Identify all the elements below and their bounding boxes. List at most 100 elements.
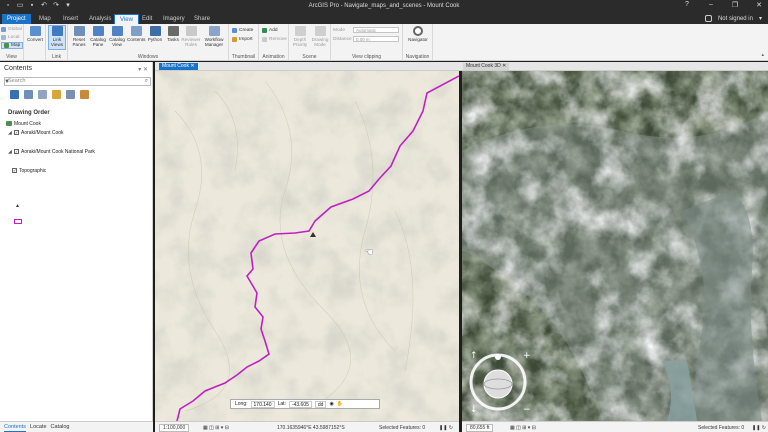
- tree-item-national-park[interactable]: ◢ ✓ Aoraki/Mount Cook National Park: [8, 148, 95, 155]
- coordinate-popup: Long: 170.140 Lat: -43.605 dd ◉ ✋: [230, 399, 380, 409]
- sign-in-status[interactable]: Not signed in: [718, 14, 753, 24]
- map-icon: [4, 43, 9, 48]
- tab-share[interactable]: Share: [189, 14, 215, 24]
- pause-refresh-icon[interactable]: ❚❚ ↻: [752, 425, 766, 431]
- pan-hand-icon[interactable]: ✋: [337, 401, 343, 407]
- tab-insert[interactable]: Insert: [58, 14, 83, 24]
- svg-text:↑: ↑: [470, 351, 478, 361]
- help-button[interactable]: ?: [682, 1, 692, 9]
- units-select[interactable]: dd: [314, 400, 327, 408]
- distance-input[interactable]: 0.00 m: [353, 36, 399, 42]
- drawing-mode-button[interactable]: Drawing Mode: [310, 26, 330, 47]
- tab-map[interactable]: Map: [34, 14, 56, 24]
- pause-refresh-icon[interactable]: ❚❚ ↻: [439, 425, 453, 431]
- maximize-icon[interactable]: ❐: [730, 1, 740, 9]
- local-button[interactable]: Local: [1, 34, 19, 41]
- link-views-button[interactable]: Link Views: [48, 25, 66, 50]
- tasks-button[interactable]: Tasks: [165, 26, 181, 42]
- tree-item-aoraki-mount-cook[interactable]: ◢ ✓ Aoraki/Mount Cook: [8, 129, 64, 136]
- catalog-pane-button[interactable]: Catalog Pane: [89, 26, 107, 47]
- tab-edit[interactable]: Edit: [137, 14, 157, 24]
- global-button[interactable]: Global: [1, 26, 22, 33]
- tree-item-topographic[interactable]: ✓ Topographic: [12, 167, 46, 174]
- reset-panes-button[interactable]: Reset Panes: [70, 26, 88, 47]
- list-by-source-icon[interactable]: [24, 90, 33, 99]
- status-tools-icon[interactable]: ▦ ◫ ⊞ ▾ ⊟: [510, 425, 536, 431]
- tab-mount-cook-3d[interactable]: Mount Cook 3D ✕: [463, 63, 510, 70]
- scene-scale-select[interactable]: 80,655 ft: [466, 424, 494, 432]
- mode-label: Mode: [333, 28, 345, 33]
- tab-catalog[interactable]: Catalog: [51, 422, 70, 432]
- workflow-manager-button[interactable]: Workflow Manager: [202, 26, 226, 47]
- link-group: Link Views Link: [46, 24, 68, 61]
- convert-button[interactable]: Convert: [26, 26, 44, 42]
- longitude-input[interactable]: 170.140: [250, 400, 275, 408]
- convert-group: Convert: [24, 24, 46, 61]
- depth-priority-button[interactable]: Depth Priority: [291, 26, 309, 47]
- minimize-icon[interactable]: –: [706, 1, 716, 9]
- contents-search-input[interactable]: Search ⌕: [4, 77, 151, 86]
- list-by-labeling-icon[interactable]: [80, 90, 89, 99]
- reset-panes-icon: [73, 26, 85, 36]
- create-thumbnail-button[interactable]: Create: [232, 27, 253, 34]
- clipping-group-label: View clipping: [351, 54, 382, 60]
- remove-animation-button[interactable]: Remove: [262, 36, 287, 43]
- mode-select[interactable]: Automatic: [353, 27, 399, 33]
- distance-label: Distance: [333, 37, 352, 42]
- title-bar: ▫ ▭ ▪ ↶ ↷ ▾ ArcGIS Pro - Navigate_maps_a…: [0, 0, 768, 13]
- layer-visibility-checkbox[interactable]: ✓: [14, 130, 19, 135]
- filter-icon[interactable]: ▼: [4, 79, 10, 85]
- expand-icon[interactable]: ◢: [8, 149, 12, 155]
- tree-item-mount-cook-map[interactable]: Mount Cook: [6, 120, 41, 127]
- contents-button[interactable]: Contents: [127, 26, 145, 42]
- latitude-input[interactable]: -43.605: [288, 400, 312, 408]
- import-thumbnail-button[interactable]: Import: [232, 36, 253, 43]
- add-animation-button[interactable]: Add: [262, 27, 278, 34]
- convert-icon: [29, 26, 41, 36]
- mouse-cursor-icon: ☚: [365, 247, 374, 257]
- map-scale-select[interactable]: 1:100,000: [159, 424, 190, 432]
- go-to-icon[interactable]: ◉: [329, 401, 333, 407]
- list-by-snapping-icon[interactable]: [66, 90, 75, 99]
- pane-bottom-tabs: Contents Locate Catalog: [0, 421, 153, 432]
- pane-controls[interactable]: ▾ ✕: [138, 66, 148, 73]
- navigator-icon: [413, 26, 423, 36]
- collapse-ribbon-icon[interactable]: ▴: [761, 52, 764, 58]
- list-by-drawing-order-icon[interactable]: [10, 90, 19, 99]
- navigator-icon[interactable]: ↑ + − ↓: [468, 350, 532, 416]
- navigator-button[interactable]: Navigator: [405, 26, 431, 42]
- thumbnail-group: Create Import Thumbnail: [229, 24, 259, 61]
- tab-project[interactable]: Project: [2, 14, 31, 24]
- windows-group: Reset Panes Catalog Pane Catalog View Co…: [68, 24, 229, 61]
- tab-analysis[interactable]: Analysis: [84, 14, 116, 24]
- expand-icon[interactable]: ◢: [8, 130, 12, 136]
- map-selected-features[interactable]: Selected Features: 0: [379, 425, 425, 431]
- tab-locate[interactable]: Locate: [30, 422, 47, 432]
- tab-mount-cook-map[interactable]: Mount Cook ✕: [159, 63, 198, 70]
- python-button[interactable]: Python: [146, 26, 164, 42]
- close-tab-icon[interactable]: ✕: [502, 63, 506, 69]
- notification-icon[interactable]: [704, 15, 712, 22]
- map-view-2d[interactable]: ☚: [155, 71, 459, 421]
- layer-visibility-checkbox[interactable]: ✓: [14, 149, 19, 154]
- catalog-view-button[interactable]: Catalog View: [108, 26, 126, 47]
- navigator-control[interactable]: ↑ + − ↓: [468, 350, 532, 416]
- status-tools-icon[interactable]: ▦ ◫ ⊞ ▾ ⊟: [203, 425, 229, 431]
- reviewer-rules-button[interactable]: Reviewer Rules: [181, 26, 201, 47]
- map-status-bar: 1:100,000 ▦ ◫ ⊞ ▾ ⊟ 170.1635946°E 43.598…: [155, 421, 459, 432]
- layer-visibility-checkbox[interactable]: ✓: [12, 168, 17, 173]
- tab-imagery[interactable]: Imagery: [158, 14, 190, 24]
- user-dropdown-icon[interactable]: ▾: [759, 14, 762, 24]
- svg-text:↓: ↓: [470, 405, 478, 415]
- list-by-editing-icon[interactable]: [52, 90, 61, 99]
- tab-view[interactable]: View: [114, 14, 139, 24]
- add-icon: [262, 28, 267, 33]
- close-icon[interactable]: ✕: [754, 1, 764, 9]
- tab-contents[interactable]: Contents: [4, 422, 27, 432]
- scene-selected-features[interactable]: Selected Features: 0: [698, 425, 744, 431]
- search-icon[interactable]: ⌕: [145, 78, 148, 85]
- list-by-selection-icon[interactable]: [38, 90, 47, 99]
- close-tab-icon[interactable]: ✕: [190, 63, 194, 69]
- contents-icon: [130, 26, 142, 36]
- map-button[interactable]: Map: [1, 42, 24, 49]
